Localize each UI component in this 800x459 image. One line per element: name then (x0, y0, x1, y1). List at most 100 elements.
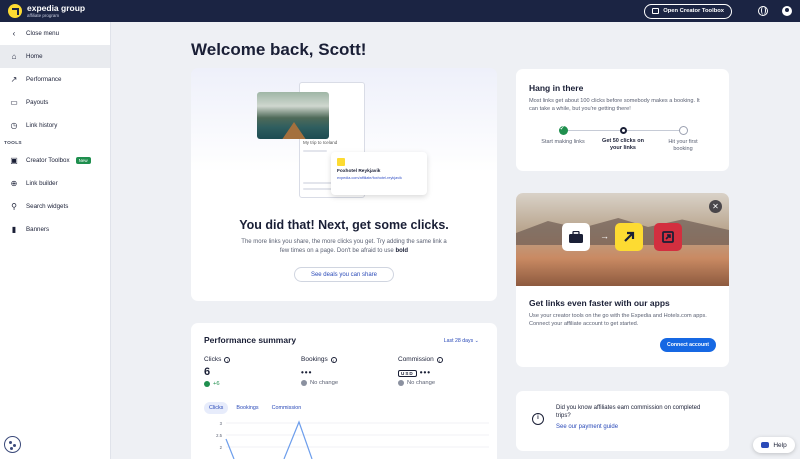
clicks-label: Clicks (204, 356, 222, 363)
toolbox-icon: ▣ (10, 156, 18, 165)
new-badge: New (75, 157, 91, 164)
current-step-icon (619, 127, 627, 134)
hang-in-there-card: Hang in there Most links get about 100 c… (516, 69, 729, 171)
metric-tabs: Clicks Bookings Commission (204, 402, 309, 414)
date-range-select[interactable]: Last 28 days ⌄ (444, 338, 479, 344)
no-change-icon (301, 380, 307, 386)
see-deals-button[interactable]: See deals you can share (294, 267, 394, 282)
bookings-change: No change (310, 380, 339, 386)
close-menu-button[interactable]: ‹ Close menu (0, 22, 110, 45)
sidebar-item-label: Performance (26, 76, 62, 83)
currency-badge: USD (398, 370, 417, 377)
account-icon[interactable] (782, 6, 792, 16)
bookings-value: ••• (301, 368, 313, 377)
hang-body: Most links get about 100 clicks before s… (529, 98, 700, 112)
briefcase-app-icon (562, 223, 590, 251)
payment-info-text: Did you know affiliates earn commission … (556, 405, 701, 419)
top-bar: expedia group affiliate program Open Cre… (0, 0, 800, 22)
plus-circle-icon: ⊕ (10, 179, 18, 188)
y-tick-label: 2.5 (216, 433, 222, 438)
hotels-app-icon (654, 223, 682, 251)
progress-steps: Start making links Get 50 clicks on your… (538, 125, 708, 166)
sidebar-item-label: Home (26, 53, 43, 60)
chat-bubble-icon (761, 442, 770, 448)
hero-body-text: The more links you share, the more click… (241, 239, 447, 254)
clicks-change: +6 (213, 381, 220, 387)
hero-body-bold: bold (395, 248, 409, 254)
connect-account-button[interactable]: Connect account (660, 338, 716, 352)
sidebar-item-payouts[interactable]: ▭ Payouts (0, 91, 110, 114)
commission-label: Commission (398, 356, 434, 363)
series-line (225, 438, 235, 459)
info-icon[interactable]: i (436, 356, 443, 363)
chevron-left-icon: ‹ (12, 29, 16, 38)
logo[interactable]: expedia group affiliate program (27, 4, 85, 18)
illustration-line (303, 150, 327, 152)
wallet-icon: ▭ (10, 98, 18, 107)
check-icon (558, 125, 568, 135)
tab-commission[interactable]: Commission (267, 402, 307, 414)
no-change-icon (398, 380, 404, 386)
commission-value: ••• (419, 368, 432, 377)
globe-icon[interactable] (758, 6, 768, 16)
up-arrow-icon (204, 381, 210, 387)
sidebar-item-creator-toolbox[interactable]: ▣ Creator Toolbox New (0, 149, 110, 172)
trophy-icon (678, 126, 688, 135)
illustration-link-title: Foxhotel Reykjavik (337, 169, 381, 174)
help-button[interactable]: Help (753, 437, 795, 453)
sidebar-item-label: Link history (26, 122, 58, 129)
sidebar-item-search-widgets[interactable]: ⚲ Search widgets (0, 195, 110, 218)
commission-metric: Commission i USD ••• No change (398, 356, 443, 386)
chevron-down-icon: ⌄ (474, 338, 479, 344)
desert-banner-image: → ✕ (516, 193, 729, 286)
page-title: Welcome back, Scott! (191, 40, 367, 59)
apps-title: Get links even faster with our apps (529, 298, 670, 308)
step-label: Get 50 clicks on your links (602, 138, 644, 151)
bookings-metric: Bookings i ••• No change (301, 356, 338, 386)
y-tick-label: 3 (220, 421, 223, 426)
help-label: Help (773, 441, 787, 449)
info-circle-icon: i (532, 413, 544, 425)
bookings-label: Bookings (301, 356, 328, 363)
step-label: Hit your first booking (668, 139, 698, 152)
sidebar-item-link-history[interactable]: ◷ Link history (0, 114, 110, 137)
sidebar-item-performance[interactable]: ↗ Performance (0, 68, 110, 91)
y-tick-label: 2 (220, 445, 223, 450)
performance-summary-card: Performance summary Last 28 days ⌄ Click… (191, 323, 497, 459)
get-clicks-card: My trip to Iceland Foxhotel Reykjavik ex… (191, 68, 497, 301)
close-icon[interactable]: ✕ (709, 200, 722, 213)
sidebar-item-link-builder[interactable]: ⊕ Link builder (0, 172, 110, 195)
illustration-trip-label: My trip to Iceland (303, 140, 338, 145)
hero-body: The more links you share, the more click… (239, 238, 449, 256)
history-icon: ◷ (10, 121, 18, 130)
cookie-settings-icon[interactable] (4, 436, 21, 453)
arrow-right-icon: → (600, 231, 609, 241)
open-creator-toolbox-button[interactable]: Open Creator Toolbox (644, 3, 732, 19)
apps-promo-card: → ✕ Get links even faster with our apps … (516, 193, 729, 367)
sidebar-item-label: Payouts (26, 99, 49, 106)
illustration-photo (257, 92, 329, 139)
tab-bookings[interactable]: Bookings (231, 402, 263, 414)
info-icon[interactable]: i (330, 356, 337, 363)
step-get-50-clicks: Get 50 clicks on your links (598, 126, 648, 152)
banner-icon: ▮ (11, 225, 17, 234)
home-icon: ⌂ (11, 52, 17, 61)
hang-title: Hang in there (529, 83, 584, 93)
toolbox-button-label: Open Creator Toolbox (663, 8, 724, 14)
tab-clicks[interactable]: Clicks (204, 402, 229, 414)
series-line (283, 420, 313, 459)
performance-title: Performance summary (204, 335, 297, 345)
sidebar-item-banners[interactable]: ▮ Banners (0, 218, 110, 241)
info-icon[interactable]: i (224, 356, 231, 363)
payment-guide-link[interactable]: See our payment guide (556, 424, 715, 430)
sidebar-item-label: Creator Toolbox (26, 157, 70, 164)
illustration-link-url: expedia.com/affiliate/foxhotel-reykjavik (337, 176, 402, 180)
step-first-booking: Hit your first booking (658, 126, 708, 153)
sidebar-item-label: Link builder (26, 180, 58, 187)
sidebar-item-home[interactable]: ⌂ Home (0, 45, 110, 68)
toolbox-icon (652, 8, 660, 14)
tools-heading: TOOLS (4, 141, 22, 146)
apps-body: Use your creator tools on the go with th… (529, 313, 707, 327)
expedia-app-icon (615, 223, 643, 251)
commission-change: No change (407, 380, 436, 386)
